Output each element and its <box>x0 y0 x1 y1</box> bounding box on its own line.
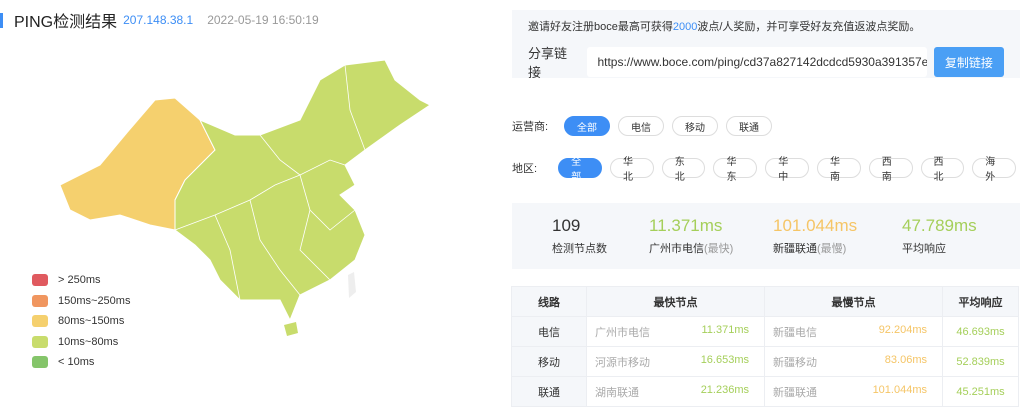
filter-chip[interactable]: 西北 <box>920 157 965 183</box>
col-header: 最快节点 <box>586 286 765 317</box>
legend-item: 80ms~150ms <box>32 311 130 332</box>
filter-chip[interactable]: 移动 <box>672 116 718 136</box>
filter-chip[interactable]: 华中 <box>765 157 809 183</box>
copy-link-button[interactable]: 复制链接 <box>933 47 1005 77</box>
slowest-cell: 新疆移动 83.06ms <box>764 346 943 377</box>
filter-chip[interactable]: 西南 <box>868 157 913 183</box>
fastest-cell: 广州市电信 11.371ms <box>586 316 765 347</box>
share-label: 分享链接 <box>528 46 568 80</box>
legend-item: 10ms~80ms <box>32 332 130 353</box>
filter-chip[interactable]: 华北 <box>609 157 654 183</box>
filter-label: 地区: <box>512 163 538 175</box>
region-filter: 地区: 全部 华北 东北 华东 华中 华南 西南 西北 海外 <box>512 157 1024 183</box>
filter-chip[interactable]: 东北 <box>661 157 706 183</box>
share-url-input[interactable]: https://www.boce.com/ping/cd37a827142dcd… <box>587 47 927 77</box>
stats-panel: 109 检测节点数 11.371ms 广州市电信(最快) 101.044ms 新疆联通… <box>512 203 1020 269</box>
target-ip[interactable]: 207.148.38.1 <box>123 13 193 27</box>
legend-swatch <box>32 335 48 348</box>
legend-item: 150ms~250ms <box>32 291 130 312</box>
filter-chip[interactable]: 联通 <box>726 116 772 136</box>
filter-label: 运营商: <box>512 121 549 133</box>
region-rest-of-china[interactable] <box>174 59 431 322</box>
legend-item: < 10ms <box>32 352 130 373</box>
legend-swatch <box>32 315 48 328</box>
page-title: PING检测结果 <box>14 14 118 31</box>
col-header: 线路 <box>511 286 587 317</box>
line-cell: 移动 <box>511 346 587 377</box>
slowest-cell: 新疆电信 92.204ms <box>764 316 943 347</box>
col-header: 最慢节点 <box>764 286 943 317</box>
table-row: 联通 湖南联通 21.236ms 新疆联通 101.044ms 45.251ms <box>511 376 1019 407</box>
legend-item: > 250ms <box>32 270 130 291</box>
stat-slowest: 101.044ms 新疆联通(最慢) <box>773 216 858 255</box>
filter-chip[interactable]: 华东 <box>713 157 758 183</box>
legend-swatch <box>32 356 48 369</box>
filter-chip[interactable]: 华南 <box>817 157 861 183</box>
line-cell: 电信 <box>511 316 587 347</box>
stat-nodes: 109 检测节点数 <box>552 216 607 255</box>
isp-results-table: 线路 最快节点 最慢节点 平均响应 电信 广州市电信 11.371ms 新疆电信 9… <box>511 286 1019 407</box>
fastest-cell: 湖南联通 21.236ms <box>586 376 765 407</box>
filter-chip[interactable]: 电信 <box>618 116 664 136</box>
region-hainan[interactable] <box>284 322 298 336</box>
page-header: PING检测结果 207.148.38.1 2022-05-19 16:50:1… <box>0 10 319 31</box>
avg-cell: 52.839ms <box>942 346 1019 377</box>
avg-cell: 45.251ms <box>942 376 1019 407</box>
filter-chip[interactable]: 全部 <box>558 157 602 183</box>
table-row: 移动 河源市移动 16.653ms 新疆移动 83.06ms 52.839ms <box>511 346 1019 377</box>
timestamp: 2022-05-19 16:50:19 <box>207 13 319 27</box>
col-header: 平均响应 <box>942 286 1019 317</box>
legend-swatch <box>32 294 48 307</box>
map-legend: > 250ms 150ms~250ms 80ms~150ms 10ms~80ms… <box>32 270 130 373</box>
invite-panel: 邀请好友注册boce最高可获得2000波点/人奖励，并可享受好友充值返波点奖励。… <box>512 10 1020 80</box>
filter-chip[interactable]: 全部 <box>564 116 610 136</box>
avg-cell: 46.693ms <box>942 316 1019 347</box>
stat-fastest: 11.371ms 广州市电信(最快) <box>649 216 734 255</box>
invite-message: 邀请好友注册boce最高可获得2000波点/人奖励，并可享受好友充值返波点奖励。 <box>528 21 921 33</box>
fastest-cell: 河源市移动 16.653ms <box>586 346 765 377</box>
region-taiwan[interactable] <box>348 272 356 298</box>
filter-chip[interactable]: 海外 <box>972 157 1017 183</box>
isp-filter: 运营商: 全部 电信 移动 联通 <box>512 116 780 136</box>
line-cell: 联通 <box>511 376 587 407</box>
stat-average: 47.789ms 平均响应 <box>902 216 977 255</box>
accent-bar <box>0 12 3 28</box>
slowest-cell: 新疆联通 101.044ms <box>764 376 943 407</box>
legend-swatch <box>32 274 48 287</box>
table-row: 电信 广州市电信 11.371ms 新疆电信 92.204ms 46.693ms <box>511 316 1019 347</box>
